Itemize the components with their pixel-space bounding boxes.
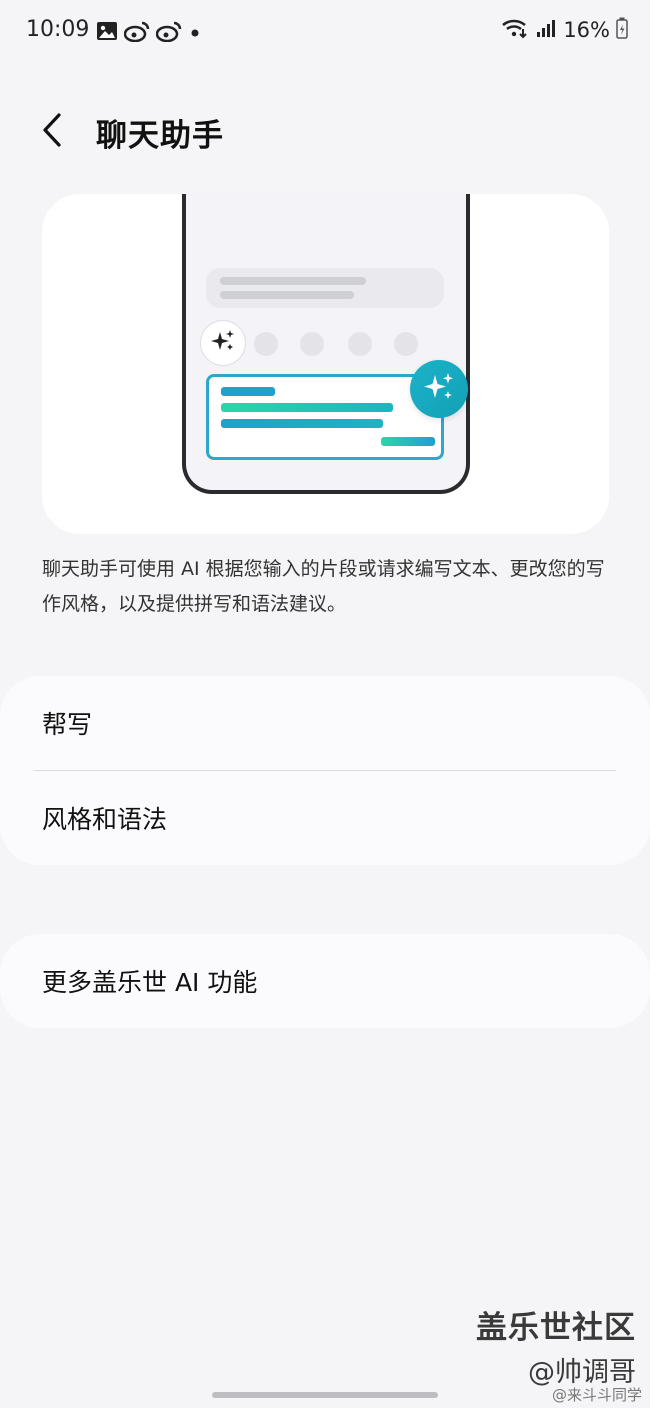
gallery-icon [96, 21, 118, 45]
suggestion-bar [221, 387, 275, 396]
list-item-label: 帮写 [42, 710, 93, 739]
description-text: 聊天助手可使用 AI 根据您输入的片段或请求编写文本、更改您的写作风格，以及提供… [42, 558, 605, 615]
page-title: 聊天助手 [96, 118, 224, 154]
header: 聊天助手 [0, 100, 650, 164]
system-icons: 16% [501, 17, 628, 43]
battery-icon [616, 17, 628, 43]
suggestion-dot [348, 332, 372, 356]
dot-icon [188, 21, 202, 45]
watermark-weibo: @来斗斗同学 [551, 1386, 642, 1404]
weibo-icon [123, 20, 150, 46]
illustration-card [42, 194, 609, 534]
signal-icon [535, 18, 557, 42]
ai-sparkle-badge [410, 360, 468, 418]
list-item-more-ai-features[interactable]: 更多盖乐世 AI 功能 [0, 934, 650, 1028]
suggestion-bar [221, 403, 393, 412]
ai-sparkle-chip [200, 320, 246, 366]
watermark-community: 盖乐世社区 [476, 1310, 636, 1346]
status-bar: 10:09 16% [0, 0, 650, 62]
message-bubble [206, 268, 444, 308]
settings-list: 帮写 风格和语法 [0, 676, 650, 865]
weibo-icon [155, 20, 182, 46]
sparkle-icon [422, 370, 456, 408]
sparkle-icon [210, 328, 236, 358]
suggestion-dot [300, 332, 324, 356]
list-item-write-assist[interactable]: 帮写 [0, 676, 650, 770]
suggestion-dot [254, 332, 278, 356]
battery-percent: 16% [563, 18, 610, 42]
more-features-card: 更多盖乐世 AI 功能 [0, 934, 650, 1028]
phone-illustration [182, 194, 470, 494]
wifi-icon [501, 17, 529, 43]
list-item-label: 更多盖乐世 AI 功能 [42, 968, 258, 997]
notification-icons [96, 20, 202, 46]
chevron-left-icon [40, 112, 64, 152]
suggestion-dot [394, 332, 418, 356]
back-button[interactable] [30, 106, 74, 158]
suggestion-bar [381, 437, 435, 446]
status-time: 10:09 [26, 17, 90, 42]
suggestion-box [206, 374, 444, 460]
list-item-label: 风格和语法 [42, 805, 168, 834]
list-item-style-grammar[interactable]: 风格和语法 [0, 771, 650, 865]
message-line [220, 291, 354, 299]
suggestion-bar [221, 419, 383, 428]
message-line [220, 277, 366, 285]
home-indicator[interactable] [212, 1392, 438, 1398]
